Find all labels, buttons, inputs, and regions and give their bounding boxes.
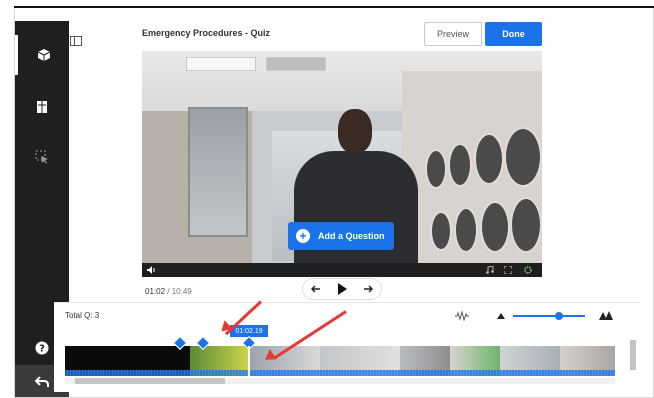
svg-text:?: ?: [39, 344, 45, 355]
video-scene-exercise-graphic: [504, 127, 542, 187]
video-scene-presenter-head: [338, 109, 372, 153]
waveform-icon[interactable]: [455, 311, 469, 321]
video-player[interactable]: + Add a Question: [142, 51, 542, 277]
timeline-thumbnail-strip[interactable]: [65, 346, 615, 376]
playhead[interactable]: [248, 346, 250, 376]
video-scene-exercise-graphic: [425, 149, 447, 189]
video-scene-light: [186, 57, 256, 71]
duration: 10:49: [171, 287, 192, 296]
volume-icon[interactable]: [147, 266, 156, 274]
video-scene-window: [188, 107, 248, 237]
book-icon: [37, 101, 47, 113]
preview-button[interactable]: Preview: [424, 22, 482, 46]
done-button[interactable]: Done: [485, 22, 542, 46]
play-icon[interactable]: [337, 283, 347, 295]
back-arrow-icon: [35, 376, 49, 387]
video-scene-vent: [266, 57, 326, 71]
timeline-scrollbar[interactable]: [65, 378, 615, 384]
video-scene-exercise-graphic: [510, 197, 542, 253]
video-scene-exercise-graphic: [480, 201, 510, 253]
zoom-out-icon[interactable]: [497, 313, 505, 319]
zoom-in-icon[interactable]: [599, 311, 613, 320]
settings-icon[interactable]: [524, 266, 532, 274]
sidebar-item-interactions[interactable]: [15, 137, 69, 177]
plus-icon: +: [296, 229, 310, 243]
cube-icon: [37, 49, 50, 61]
time-readout: 01:02 / 10:49: [145, 287, 192, 296]
current-time: 01:02: [145, 287, 166, 296]
help-icon: ?: [35, 341, 49, 355]
zoom-controls: [455, 309, 615, 323]
music-icon[interactable]: [486, 266, 494, 274]
sidebar-item-chapters[interactable]: [15, 87, 69, 127]
top-border: [14, 6, 654, 20]
video-scene-exercise-graphic: [430, 211, 452, 251]
panel-toggle-icon[interactable]: [70, 33, 82, 51]
zoom-slider-handle[interactable]: [555, 312, 563, 320]
time-separator: /: [167, 287, 170, 296]
total-questions: Total Q: 3: [65, 311, 100, 320]
step-back-icon[interactable]: [311, 284, 321, 294]
video-scene-presenter-body: [294, 151, 418, 277]
add-question-label: Add a Question: [318, 231, 385, 241]
sidebar-item-cube[interactable]: [15, 35, 69, 75]
video-scene-exercise-graphic: [448, 143, 472, 187]
audio-waveform: [65, 370, 615, 376]
cursor-click-icon: [35, 150, 48, 164]
vertical-scrollbar[interactable]: [630, 340, 636, 370]
step-forward-icon[interactable]: [363, 284, 373, 294]
page-title: Emergency Procedures - Quiz: [142, 28, 271, 38]
video-scene-exercise-graphic: [474, 133, 504, 185]
video-scene-exercise-graphic: [454, 207, 478, 253]
video-controls-bar: [142, 263, 542, 277]
zoom-slider[interactable]: [513, 315, 585, 317]
transport-controls: [302, 278, 382, 300]
add-question-button[interactable]: + Add a Question: [288, 222, 394, 250]
fullscreen-icon[interactable]: [504, 266, 512, 274]
timeline-scrollbar-thumb[interactable]: [75, 378, 225, 384]
